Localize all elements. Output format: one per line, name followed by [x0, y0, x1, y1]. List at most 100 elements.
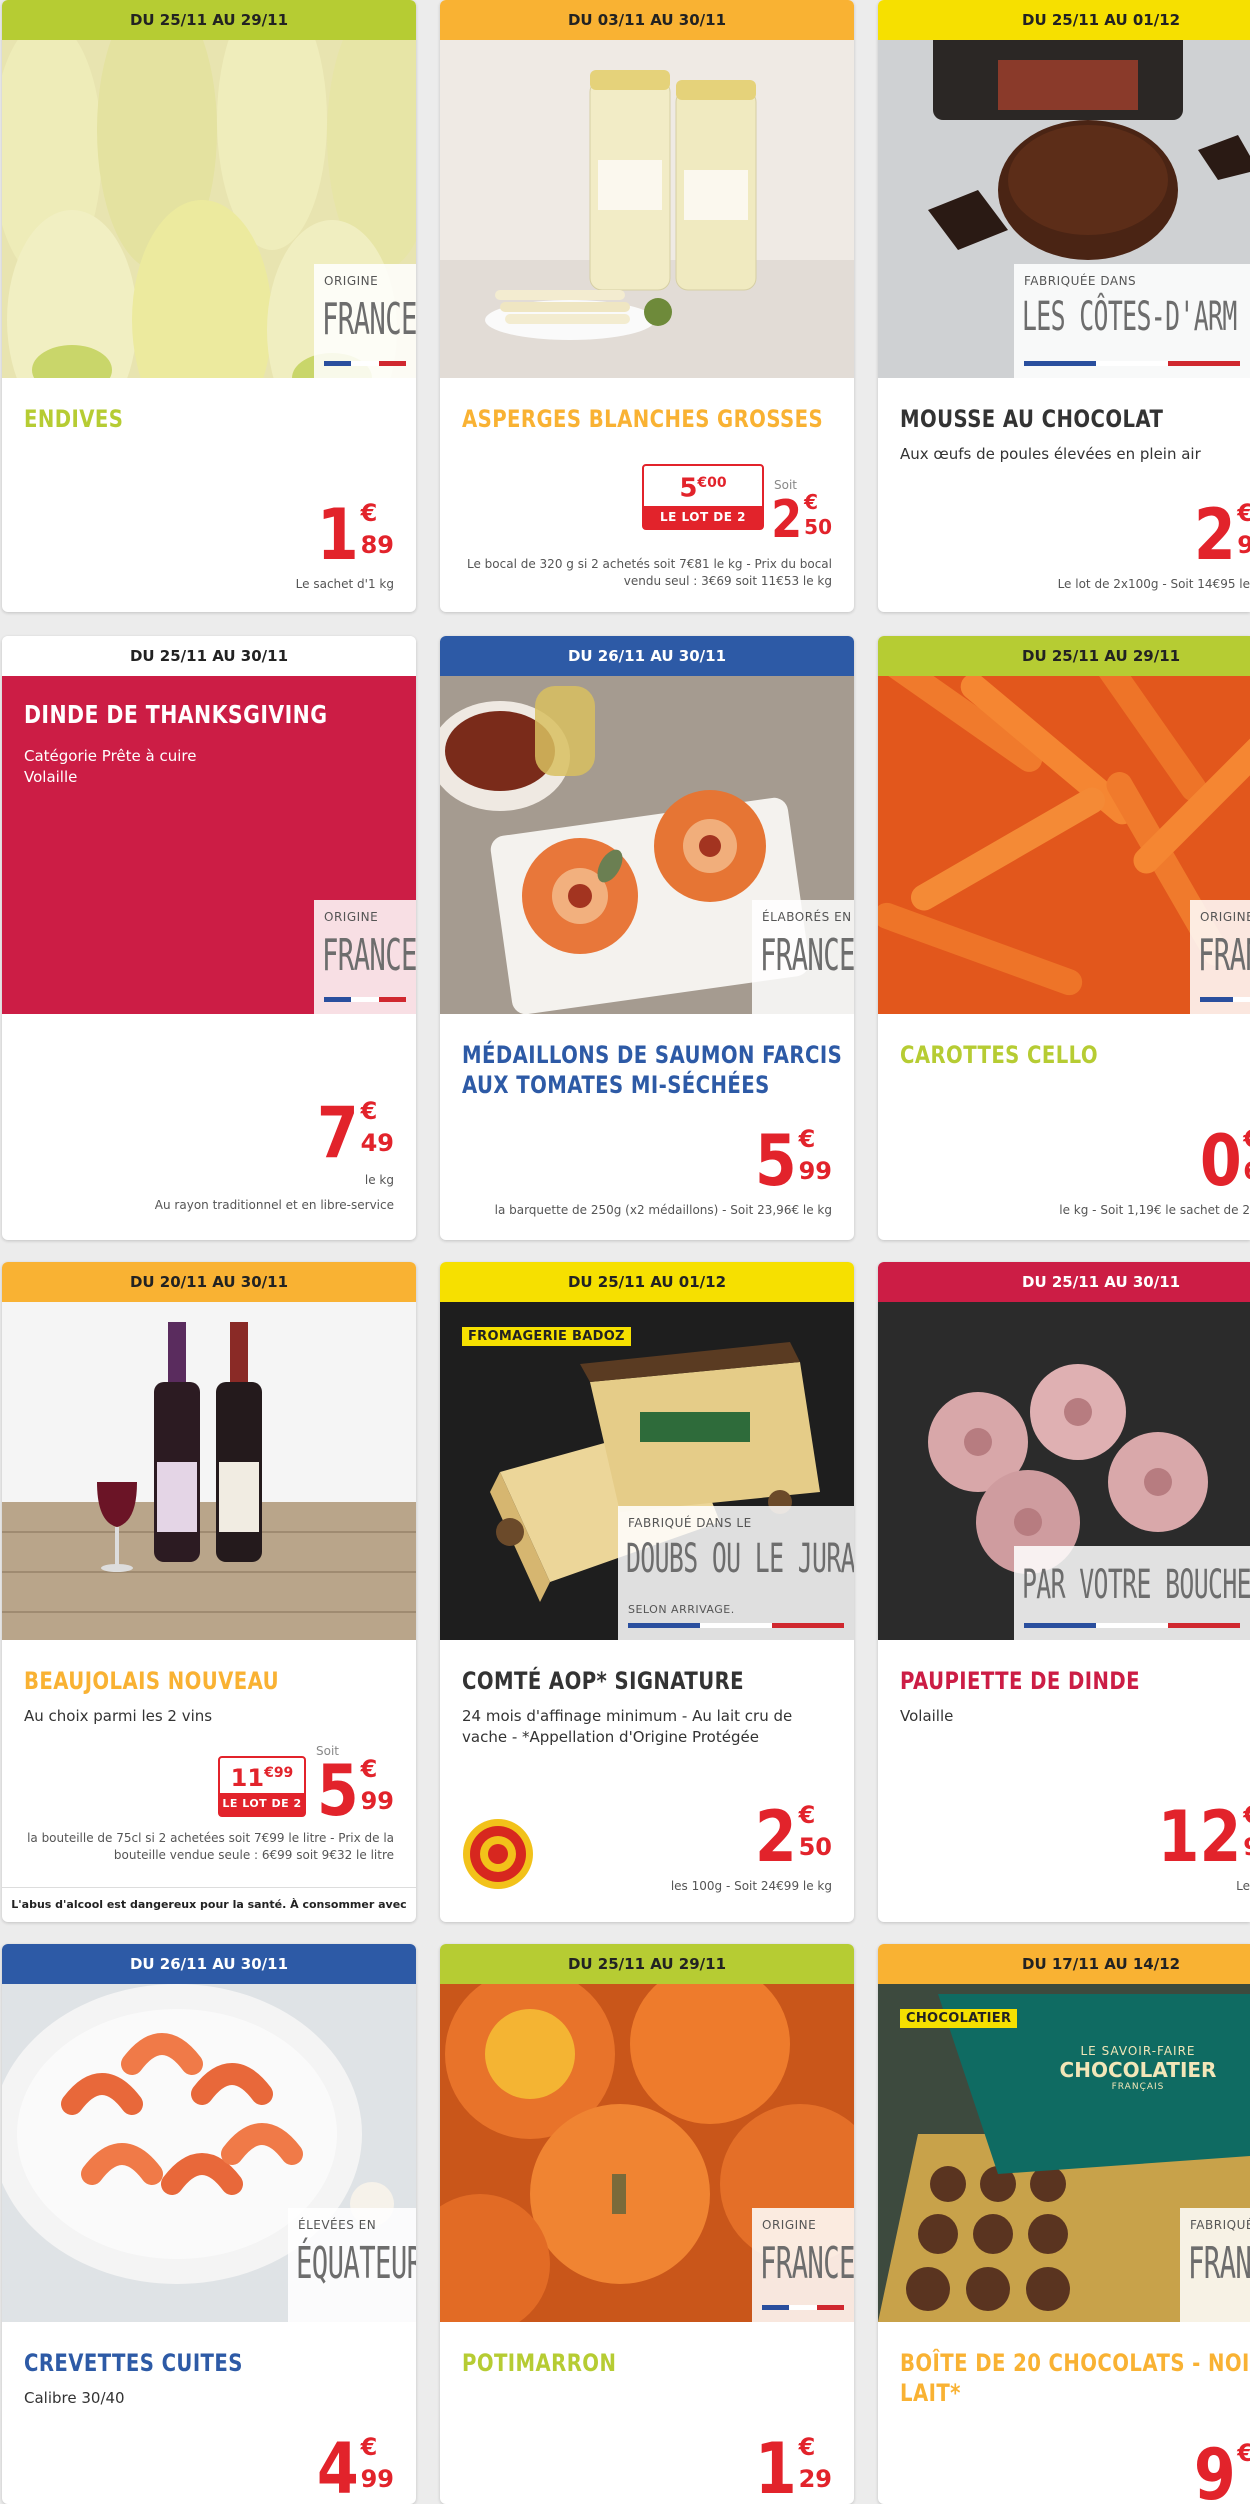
product-image: ÉLABORÉS EN FRANCE [440, 676, 854, 1014]
lot-price-integer: 5 [679, 473, 698, 504]
product-card-carottes[interactable]: DU 25/11 AU 29/11 ORIGINE FRAN CAROTTES … [878, 636, 1250, 1240]
price-integer: 0 [1199, 1120, 1242, 1202]
origin-country: FRANCE [760, 2238, 854, 2289]
product-title: DINDE DE THANKSGIVING [24, 700, 328, 729]
price-decimal: 50 [798, 1833, 832, 1861]
product-card-paupiette[interactable]: DU 25/11 AU 30/11 PAR VOTRE BOUCHER PAUP… [878, 1262, 1250, 1922]
origin-region: DOUBS OU LE JURA [626, 1536, 854, 1582]
product-image: ORIGINE FRANCE [440, 1984, 854, 2322]
origin-country: FRANCE [322, 930, 416, 981]
product-card-potimarron[interactable]: DU 25/11 AU 29/11 ORIGINE FRANCE POTIMAR… [440, 1944, 854, 2504]
price: 4 €99 [310, 2434, 394, 2504]
lot-price-decimal: €00 [697, 475, 727, 491]
price-note: le kg - Soit 1,19€ le sachet de 2 [1059, 1203, 1250, 1217]
product-image: ORIGINE FRANCE [2, 40, 416, 378]
price: 0€6 [1193, 1126, 1250, 1196]
origin-label: ORIGINE [1200, 910, 1250, 924]
product-card-comte[interactable]: DU 25/11 AU 01/12 FROMAGERIE BADOZ FABRI… [440, 1262, 854, 1922]
price-integer: 5 [754, 1120, 797, 1202]
product-subtitle-line: 24 mois d'affinage minimum - Au lait cru… [462, 1707, 793, 1725]
price: 2 €50 [766, 492, 832, 548]
product-title: MÉDAILLONS DE SAUMON FARCIS AUX TOMATES … [462, 1040, 842, 1100]
origin-label: ORIGINE [762, 2218, 817, 2232]
origin-country: FRAN [1198, 930, 1250, 981]
price-integer: 7 [316, 1092, 359, 1174]
date-banner: DU 17/11 AU 14/12 [878, 1944, 1250, 1984]
price-note: Le lot de 2x100g - Soit 14€95 le [1057, 577, 1250, 591]
wine-bottles-illustration [2, 1302, 416, 1640]
origin-badge: FABRIQUÉE DANS LES CÔTES-D'ARM [1014, 264, 1250, 378]
price: 1 €29 [748, 2434, 832, 2504]
price: 5 €99 [310, 1756, 394, 1826]
aop-seal-icon [463, 1819, 533, 1889]
price: 1 €89 [310, 500, 394, 570]
price-note-line: le kg [364, 1173, 394, 1187]
origin-badge: FABRIQUÉ DANS LE DOUBS OU LE JURA SELON … [618, 1506, 854, 1640]
french-flag-icon [1200, 997, 1250, 1002]
origin-label: ÉLEVÉES EN [298, 2218, 377, 2232]
price-decimal: 49 [360, 1129, 394, 1157]
french-flag-icon [324, 361, 406, 366]
product-image: DINDE DE THANKSGIVING Catégorie Prête à … [2, 676, 416, 1014]
price-decimal: 9 [1237, 531, 1250, 559]
origin-country: FRANCE [322, 294, 416, 345]
box-branding-line: FRANÇAIS [1111, 2082, 1165, 2092]
date-banner: DU 20/11 AU 30/11 [2, 1262, 416, 1302]
lot-price-integer: 11 [230, 1764, 265, 1792]
product-image: PAR VOTRE BOUCHER [878, 1302, 1250, 1640]
product-card-endives[interactable]: DU 25/11 AU 29/11 ORIGINE FRANCE ENDIVES… [2, 0, 416, 612]
price-note-line: vendu seul : 3€69 soit 11€53 le kg [623, 574, 832, 588]
origin-label: FABRIQUÉ [1190, 2218, 1250, 2232]
product-image [2, 1302, 416, 1640]
price-note-line: Au rayon traditionnel et en libre-servic… [154, 1198, 394, 1212]
brand-tag: CHOCOLATIER [900, 2009, 1018, 2028]
origin-label: FABRIQUÉ DANS LE [628, 1516, 752, 1530]
price-note: Le [1236, 1879, 1250, 1893]
product-title: ENDIVES [24, 405, 124, 433]
product-title-line: BOÎTE DE 20 CHOCOLATS - NOIR & [900, 2349, 1250, 2377]
price-decimal: 29 [798, 2465, 832, 2493]
product-card-asperges[interactable]: DU 03/11 AU 30/11 ASPERGES BLANCHES GROS… [440, 0, 854, 612]
price-note: Le bocal de 320 g si 2 achetés soit 7€81… [467, 556, 832, 590]
product-card-medaillons[interactable]: DU 26/11 AU 30/11 ÉLABORÉS EN FRANCE MÉD… [440, 636, 854, 1240]
product-card-chocolats[interactable]: DU 17/11 AU 14/12 LE SAVOIR-FAIRE CHOCOL… [878, 1944, 1250, 2504]
product-title: PAUPIETTE DE DINDE [900, 1667, 1140, 1695]
product-card-dinde[interactable]: DU 25/11 AU 30/11 DINDE DE THANKSGIVING … [2, 636, 416, 1240]
price-decimal: 99 [798, 1157, 832, 1185]
price-note: Le sachet d'1 kg [295, 577, 394, 591]
price-decimal: 6 [1243, 1158, 1250, 1184]
lot-label: LE LOT DE 2 [220, 1793, 304, 1815]
product-card-beaujolais[interactable]: DU 20/11 AU 30/11 BEAUJOLAIS NOUVEAU Au … [2, 1262, 416, 1922]
french-flag-icon [762, 2305, 844, 2310]
product-image: LE SAVOIR-FAIRE CHOCOLATIER FRANÇAIS CHO… [878, 1984, 1250, 2322]
price-integer: 1 [754, 2428, 797, 2504]
product-title-line: AUX TOMATES MI-SÉCHÉES [462, 1071, 770, 1099]
lot-price-decimal: €99 [264, 1765, 294, 1781]
price: 9 € [1187, 2440, 1250, 2504]
product-title-line: LAIT* [900, 2379, 961, 2407]
product-title: CAROTTES CELLO [900, 1041, 1099, 1069]
price-note-line: bouteille vendue seule : 6€99 soit 9€32 … [113, 1848, 394, 1862]
date-banner: DU 25/11 AU 01/12 [440, 1262, 854, 1302]
origin-badge: ORIGINE FRANCE [752, 2208, 854, 2322]
french-flag-icon [1024, 1623, 1240, 1628]
price-integer: 1 [316, 494, 359, 576]
product-subtitle: Au choix parmi les 2 vins [24, 1707, 213, 1725]
price-integer: 4 [316, 2428, 359, 2504]
price-currency: € [360, 2433, 378, 2461]
price-currency: € [1237, 2439, 1250, 2467]
product-card-crevettes[interactable]: DU 26/11 AU 30/11 ÉLEVÉES EN ÉQUATEUR CR… [2, 1944, 416, 2504]
product-subtitle-line: Catégorie Prête à cuire [24, 747, 197, 765]
product-card-mousse[interactable]: DU 25/11 AU 01/12 FABRIQUÉE DANS LES CÔT… [878, 0, 1250, 612]
price-note-line: Le bocal de 320 g si 2 achetés soit 7€81… [467, 557, 832, 571]
price-decimal: 99 [360, 2465, 394, 2493]
origin-label: ÉLABORÉS EN [762, 910, 852, 924]
french-flag-icon [628, 1623, 844, 1628]
product-title: BOÎTE DE 20 CHOCOLATS - NOIR & LAIT* [900, 2348, 1250, 2408]
price-currency: € [360, 1097, 378, 1125]
asparagus-jars-illustration [440, 40, 854, 378]
price-decimal: 50 [804, 515, 832, 539]
product-title: POTIMARRON [462, 2349, 617, 2377]
box-branding: LE SAVOIR-FAIRE CHOCOLATIER FRANÇAIS [1038, 2044, 1238, 2092]
product-image: FROMAGERIE BADOZ FABRIQUÉ DANS LE DOUBS … [440, 1302, 854, 1640]
